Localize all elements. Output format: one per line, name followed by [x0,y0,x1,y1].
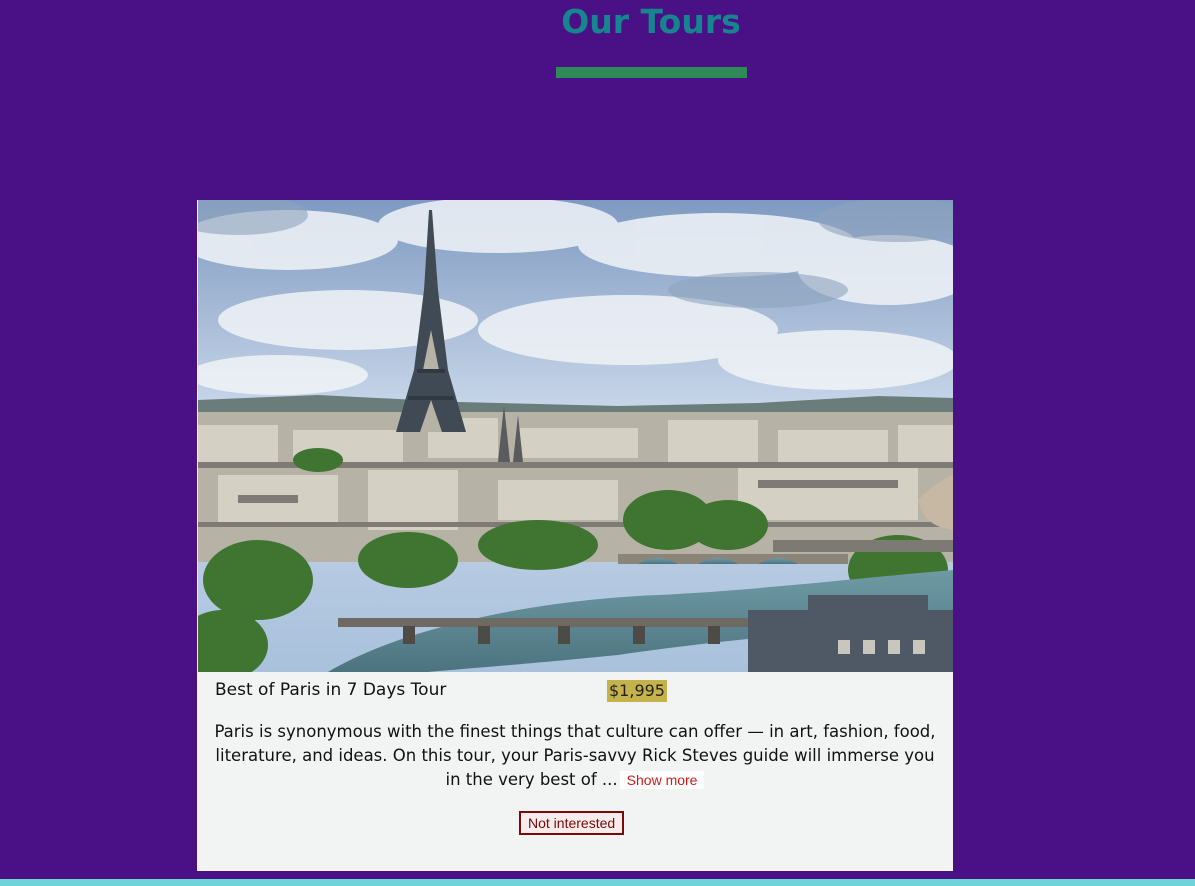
tour-description-text: Paris is synonymous with the finest thin… [214,722,936,789]
page-title: Our Tours [561,2,741,41]
bottom-bar [0,879,1195,886]
tour-name: Best of Paris in 7 Days Tour [215,680,447,700]
tours-page: Our Tours Best of Paris in 7 Days Tour $… [0,0,1195,886]
tour-card: Best of Paris in 7 Days Tour $1,995 Pari… [197,200,953,871]
tour-description: Paris is synonymous with the finest thin… [207,720,943,792]
tour-price: $1,995 [607,680,667,702]
show-more-button[interactable]: Show more [619,771,705,789]
title-underline [556,67,747,78]
not-interested-button[interactable]: Not interested [519,811,625,835]
tour-photo [198,200,953,672]
